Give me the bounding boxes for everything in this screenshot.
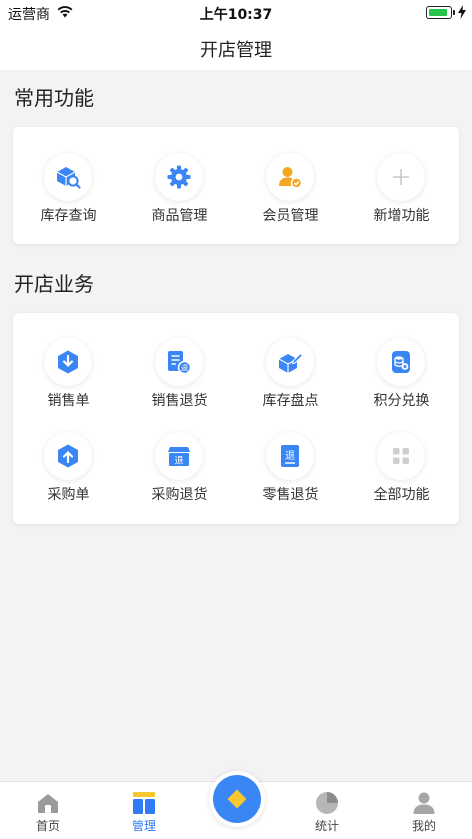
purchase-order-icon bbox=[44, 432, 92, 480]
manage-icon bbox=[133, 792, 155, 814]
inventory-search-icon bbox=[44, 153, 92, 201]
business-item-label: 积分兑换 bbox=[373, 393, 430, 409]
diamond-icon bbox=[213, 775, 261, 823]
member-icon bbox=[266, 153, 314, 201]
business-item-label: 采购退货 bbox=[151, 487, 208, 503]
business-item-points-exchange[interactable]: 积分兑换 bbox=[346, 338, 457, 422]
tab-home[interactable]: 首页 bbox=[1, 782, 95, 839]
tab-statistics[interactable]: 统计 bbox=[280, 782, 374, 839]
retail-return-icon: 退 bbox=[266, 432, 314, 480]
business-item-label: 销售退货 bbox=[151, 393, 208, 409]
common-item-label: 库存查询 bbox=[40, 208, 97, 224]
tab-label: 管理 bbox=[131, 819, 156, 833]
common-functions-card: 库存查询 商品管理 会员管理 新增功能 bbox=[13, 127, 459, 244]
purchase-return-icon: 退 bbox=[155, 432, 203, 480]
svg-text:退: 退 bbox=[285, 450, 295, 462]
business-item-all-functions[interactable]: 全部功能 bbox=[346, 432, 457, 516]
gear-icon bbox=[155, 153, 203, 201]
center-action-button[interactable] bbox=[209, 771, 265, 827]
svg-text:退: 退 bbox=[181, 364, 189, 373]
common-item-label: 商品管理 bbox=[151, 208, 208, 224]
business-item-label: 全部功能 bbox=[373, 487, 430, 503]
business-item-label: 库存盘点 bbox=[262, 393, 319, 409]
pie-chart-icon bbox=[316, 792, 338, 814]
tab-label: 统计 bbox=[314, 819, 339, 833]
sales-order-icon bbox=[44, 338, 92, 386]
section-title-business: 开店业务 bbox=[14, 272, 94, 296]
business-item-sales-order[interactable]: 销售单 bbox=[13, 338, 124, 422]
tab-label: 首页 bbox=[35, 819, 60, 833]
stocktake-icon bbox=[266, 338, 314, 386]
common-item-product-management[interactable]: 商品管理 bbox=[124, 153, 235, 237]
common-item-label: 会员管理 bbox=[262, 208, 319, 224]
common-item-label: 新增功能 bbox=[373, 208, 430, 224]
grid-icon bbox=[377, 432, 425, 480]
business-item-purchase-order[interactable]: 采购单 bbox=[13, 432, 124, 516]
user-icon bbox=[413, 792, 435, 814]
tab-profile[interactable]: 我的 bbox=[377, 782, 471, 839]
business-item-label: 零售退货 bbox=[262, 487, 319, 503]
status-time: 上午10:37 bbox=[199, 7, 273, 23]
business-item-stocktake[interactable]: 库存盘点 bbox=[235, 338, 346, 422]
points-exchange-icon bbox=[377, 338, 425, 386]
battery-cap bbox=[453, 10, 455, 15]
common-item-member-management[interactable]: 会员管理 bbox=[235, 153, 346, 237]
business-item-label: 销售单 bbox=[47, 393, 90, 409]
charging-icon bbox=[458, 5, 466, 19]
tab-label: 我的 bbox=[411, 819, 436, 833]
business-item-retail-return[interactable]: 退 零售退货 bbox=[235, 432, 346, 516]
navigation-bar: 开店管理 bbox=[0, 26, 472, 70]
battery-level bbox=[428, 8, 447, 16]
business-item-label: 采购单 bbox=[47, 487, 90, 503]
common-item-inventory-search[interactable]: 库存查询 bbox=[13, 153, 124, 237]
section-title-common: 常用功能 bbox=[14, 86, 94, 110]
business-item-purchase-return[interactable]: 退 采购退货 bbox=[124, 432, 235, 516]
plus-icon bbox=[377, 153, 425, 201]
sales-return-icon: 退 bbox=[155, 338, 203, 386]
common-item-add-function[interactable]: 新增功能 bbox=[346, 153, 457, 237]
svg-text:退: 退 bbox=[174, 456, 183, 467]
home-icon bbox=[38, 794, 58, 813]
battery-icon bbox=[426, 6, 452, 19]
status-bar: 运营商 上午10:37 bbox=[0, 0, 472, 26]
page-title: 开店管理 bbox=[200, 40, 272, 61]
tab-manage[interactable]: 管理 bbox=[97, 782, 191, 839]
store-business-card: 销售单 退 销售退货 库存盘点 积分兑换 采购单 退 采购退货 退 零售退货 全… bbox=[13, 313, 459, 524]
business-item-sales-return[interactable]: 退 销售退货 bbox=[124, 338, 235, 422]
